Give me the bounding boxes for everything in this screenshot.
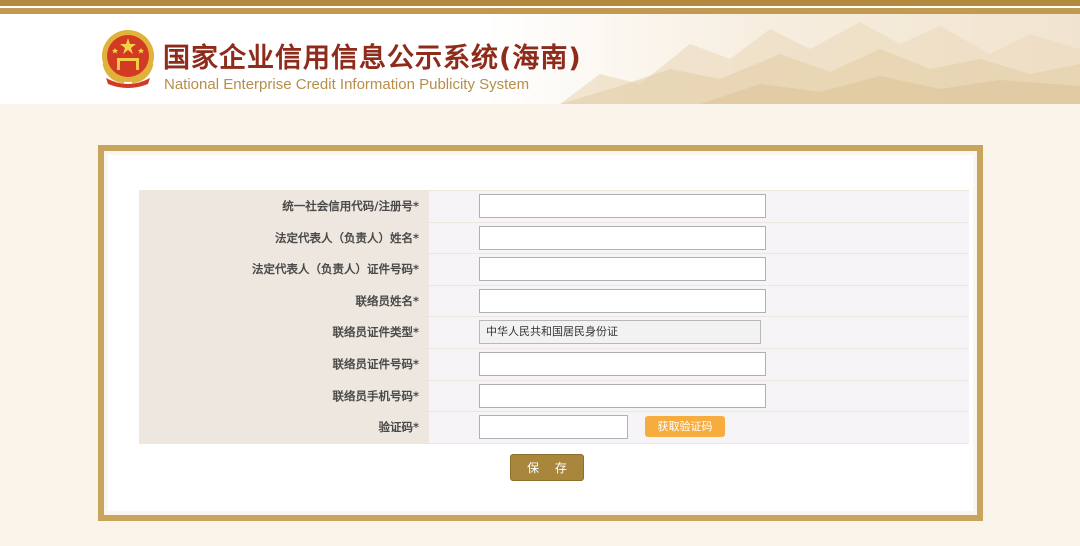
form-row-credit-code: 统一社会信用代码/注册号*	[139, 191, 969, 223]
field-label: 法定代表人（负责人）证件号码*	[139, 254, 429, 285]
field-label: 统一社会信用代码/注册号*	[139, 191, 429, 222]
national-emblem-icon	[102, 30, 154, 88]
liaison-name-input[interactable]	[479, 288, 766, 313]
legal-rep-id-input[interactable]	[479, 257, 766, 282]
registration-form: 统一社会信用代码/注册号* 法定代表人（负责人）姓名* 法定代表人（负责人）证件…	[139, 190, 969, 444]
form-row-legal-rep-id: 法定代表人（负责人）证件号码*	[139, 254, 969, 286]
credit-code-input[interactable]	[479, 194, 766, 218]
liaison-phone-input[interactable]	[479, 383, 766, 408]
top-gold-stripe	[0, 0, 1080, 14]
field-label: 联络员证件号码*	[139, 348, 429, 380]
site-header: 国家企业信用信息公示系统(海南) National Enterprise Cre…	[0, 14, 1080, 104]
mountain-banner-image	[560, 22, 1080, 104]
form-row-verification-code: 验证码* 获取验证码	[139, 412, 969, 444]
liaison-id-number-input[interactable]	[479, 351, 766, 376]
form-row-liaison-name: 联络员姓名*	[139, 285, 969, 318]
field-label: 联络员证件类型*	[139, 317, 429, 348]
form-row-liaison-id-number: 联络员证件号码*	[139, 348, 969, 381]
form-row-legal-rep-name: 法定代表人（负责人）姓名*	[139, 222, 969, 255]
liaison-id-type-select[interactable]: 中华人民共和国居民身份证	[479, 320, 761, 345]
legal-rep-name-input[interactable]	[479, 225, 766, 250]
field-label: 法定代表人（负责人）姓名*	[139, 222, 429, 254]
form-panel: 统一社会信用代码/注册号* 法定代表人（负责人）姓名* 法定代表人（负责人）证件…	[98, 145, 983, 521]
save-button[interactable]: 保 存	[510, 454, 584, 481]
site-title-english: National Enterprise Credit Information P…	[164, 76, 530, 93]
field-label: 验证码*	[139, 412, 429, 443]
field-label: 联络员姓名*	[139, 285, 429, 317]
form-row-liaison-id-type: 联络员证件类型* 中华人民共和国居民身份证	[139, 317, 969, 349]
field-label: 联络员手机号码*	[139, 380, 429, 412]
verification-code-input[interactable]	[479, 415, 628, 440]
form-panel-inner: 统一社会信用代码/注册号* 法定代表人（负责人）姓名* 法定代表人（负责人）证件…	[108, 155, 973, 511]
form-row-liaison-phone: 联络员手机号码*	[139, 380, 969, 413]
site-title-chinese: 国家企业信用信息公示系统(海南)	[163, 43, 582, 74]
get-verification-code-button[interactable]: 获取验证码	[645, 416, 725, 438]
